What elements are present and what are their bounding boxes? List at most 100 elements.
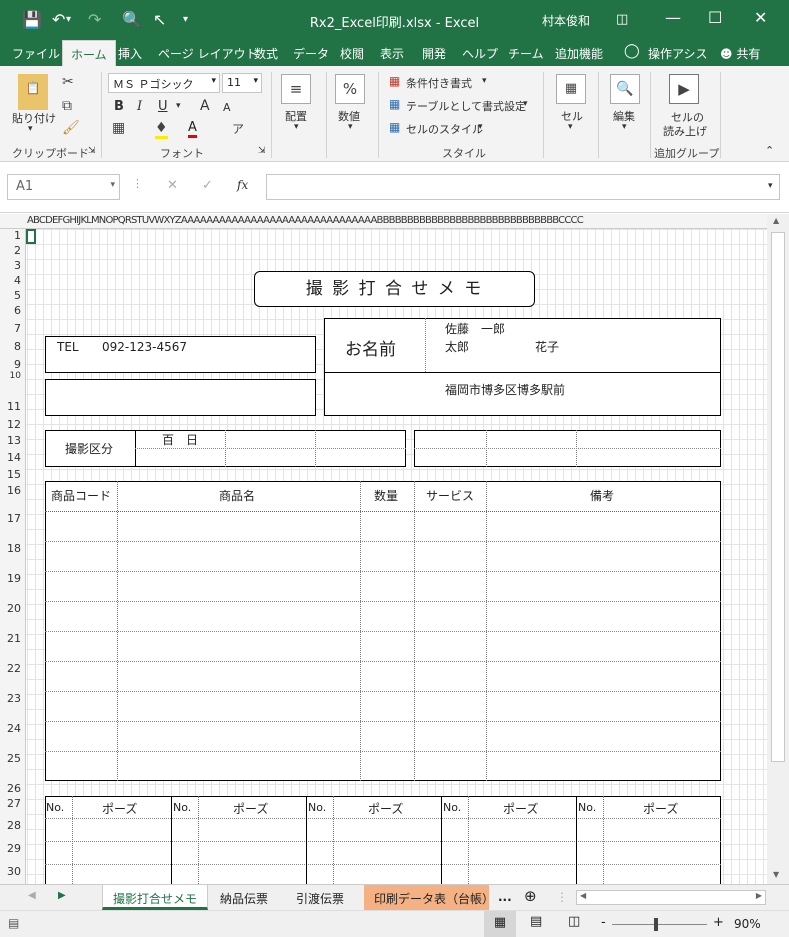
scroll-down-icon[interactable]: ▼	[773, 870, 779, 879]
zoom-out-button[interactable]: -	[601, 915, 606, 930]
row-number[interactable]: 26	[7, 782, 21, 795]
row-number[interactable]: 11	[7, 400, 21, 413]
number-format-icon[interactable]: %	[335, 74, 365, 104]
font-name-select[interactable]: ＭＳ Ｐゴシック ▾	[108, 73, 220, 93]
tab-help[interactable]: ヘルプ	[462, 45, 498, 62]
conditional-formatting-button[interactable]: 条件付き書式	[406, 75, 472, 91]
row-number[interactable]: 30	[7, 865, 21, 878]
row-number[interactable]: 27	[7, 797, 21, 810]
vertical-scrollbar[interactable]: ▲ ▼	[767, 214, 789, 884]
conditional-formatting-icon[interactable]: ▦	[389, 74, 400, 88]
font-launcher-icon[interactable]: ⇲	[258, 146, 266, 156]
row-number[interactable]: 18	[7, 542, 21, 555]
bold-button[interactable]: B	[114, 99, 124, 114]
italic-button[interactable]: I	[137, 99, 142, 114]
row-number[interactable]: 6	[14, 304, 21, 317]
paste-button[interactable]: 貼り付け	[12, 110, 56, 126]
next-sheet-icon[interactable]: ▶	[48, 885, 76, 910]
name-box[interactable]: A1 ▾	[7, 174, 120, 200]
page-break-view-icon[interactable]: ◫	[568, 914, 580, 929]
normal-view-icon[interactable]: ▦	[484, 911, 516, 937]
row-number[interactable]: 1	[14, 229, 21, 242]
sheet-tab-active[interactable]: 撮影打合せメモ	[102, 885, 209, 910]
tab-developer[interactable]: 開発	[422, 45, 446, 62]
cancel-button[interactable]: ✕	[167, 178, 178, 193]
cells-icon[interactable]: ▦	[556, 74, 586, 104]
tab-home[interactable]: ホーム	[62, 40, 116, 66]
row-number[interactable]: 4	[14, 274, 21, 287]
worksheet-grid[interactable]: ABCDEFGHIJKLMNOPQRSTUVWXYZAAAAAAAAAAAAAA…	[0, 214, 767, 884]
speak-cells-icon[interactable]: ▶	[669, 74, 699, 104]
fill-color-icon[interactable]: ♦	[155, 120, 168, 139]
row-number[interactable]: 29	[7, 842, 21, 855]
row-headers[interactable]: 1 2 3 4 5 6 7 8 9 10 11 12 13 14 15 16 1…	[0, 229, 26, 884]
font-size-select[interactable]: 11 ▾	[222, 73, 262, 93]
tab-insert[interactable]: 挿入	[118, 45, 142, 62]
formula-input[interactable]	[266, 174, 780, 200]
chevron-down-icon[interactable]: ▾	[622, 122, 627, 132]
row-number[interactable]: 13	[7, 434, 21, 447]
cell-styles-button[interactable]: セルのスタイル	[406, 121, 483, 137]
shrink-font-button[interactable]: A	[223, 101, 231, 114]
zoom-slider[interactable]	[612, 924, 707, 925]
close-button[interactable]: ✕	[754, 8, 767, 27]
speak-cells-line2[interactable]: 読み上げ	[663, 123, 707, 139]
share-button[interactable]: ☻ 共有	[720, 45, 760, 62]
row-number[interactable]: 3	[14, 259, 21, 272]
maximize-button[interactable]: ☐	[708, 8, 722, 27]
zoom-level[interactable]: 90%	[734, 917, 761, 931]
chevron-down-icon[interactable]: ▾	[294, 122, 299, 132]
row-number[interactable]: 20	[7, 602, 21, 615]
underline-dropdown-icon[interactable]: ▾	[176, 101, 181, 111]
row-number[interactable]: 19	[7, 572, 21, 585]
row-number[interactable]: 25	[7, 752, 21, 765]
row-number[interactable]: 14	[7, 451, 21, 464]
page-layout-view-icon[interactable]: ▤	[530, 914, 542, 929]
chevron-down-icon[interactable]: ▾	[478, 122, 483, 132]
cut-icon[interactable]: ✂	[62, 74, 74, 90]
row-number[interactable]: 15	[7, 468, 21, 481]
active-cell-cursor[interactable]	[26, 229, 36, 244]
tell-me-search[interactable]: 操作アシス	[648, 45, 708, 62]
vertical-scroll-thumb[interactable]	[771, 232, 785, 762]
form-title[interactable]: 撮 影 打 合 せ メ モ	[254, 271, 535, 307]
borders-icon[interactable]: ▦	[112, 120, 125, 136]
prev-sheet-icon[interactable]: ◀	[18, 885, 46, 910]
row-number[interactable]: 23	[7, 692, 21, 705]
chevron-down-icon[interactable]: ▾	[568, 122, 573, 132]
format-painter-icon[interactable]: 🖌	[62, 120, 80, 136]
row-number[interactable]: 17	[7, 512, 21, 525]
clipboard-launcher-icon[interactable]: ⇲	[88, 146, 96, 156]
chevron-down-icon[interactable]: ▾	[523, 99, 528, 109]
collapse-ribbon-icon[interactable]: ⌃	[765, 144, 774, 157]
row-number[interactable]: 10	[10, 371, 21, 381]
blank-info-box[interactable]	[45, 379, 316, 416]
tab-file[interactable]: ファイル	[12, 45, 60, 62]
paste-dropdown-icon[interactable]: ▾	[28, 124, 33, 134]
enter-button[interactable]: ✓	[202, 178, 213, 193]
expand-formula-bar-icon[interactable]: ▾	[768, 181, 773, 191]
tab-review[interactable]: 校閲	[340, 45, 364, 62]
font-color-icon[interactable]: A	[188, 120, 197, 138]
minimize-button[interactable]: —	[665, 8, 681, 27]
column-headers[interactable]: ABCDEFGHIJKLMNOPQRSTUVWXYZAAAAAAAAAAAAAA…	[0, 214, 767, 229]
row-number[interactable]: 21	[7, 632, 21, 645]
add-sheet-icon[interactable]: ⊕	[514, 885, 547, 910]
row-number[interactable]: 7	[14, 322, 21, 335]
tab-formulas[interactable]: 数式	[254, 45, 278, 62]
tab-addins[interactable]: 追加機能	[555, 45, 603, 62]
phonetic-guide-icon[interactable]: ア	[232, 120, 244, 137]
row-number[interactable]: 22	[7, 662, 21, 675]
tab-view[interactable]: 表示	[380, 45, 404, 62]
row-number[interactable]: 12	[7, 418, 21, 431]
scroll-up-icon[interactable]: ▲	[773, 216, 779, 225]
format-as-table-icon[interactable]: ▦	[389, 97, 400, 111]
scroll-left-icon[interactable]: ◀	[580, 891, 586, 900]
row-number[interactable]: 9	[14, 358, 21, 371]
sheet-tab-colored[interactable]: 印刷データ表（台帳）	[364, 885, 489, 910]
horizontal-scrollbar[interactable]: ◀ ▶	[576, 890, 766, 905]
customer-box[interactable]	[324, 318, 721, 416]
zoom-in-button[interactable]: +	[713, 915, 724, 930]
sheet-tab[interactable]: 引渡伝票	[286, 885, 354, 910]
scroll-right-icon[interactable]: ▶	[756, 891, 762, 900]
